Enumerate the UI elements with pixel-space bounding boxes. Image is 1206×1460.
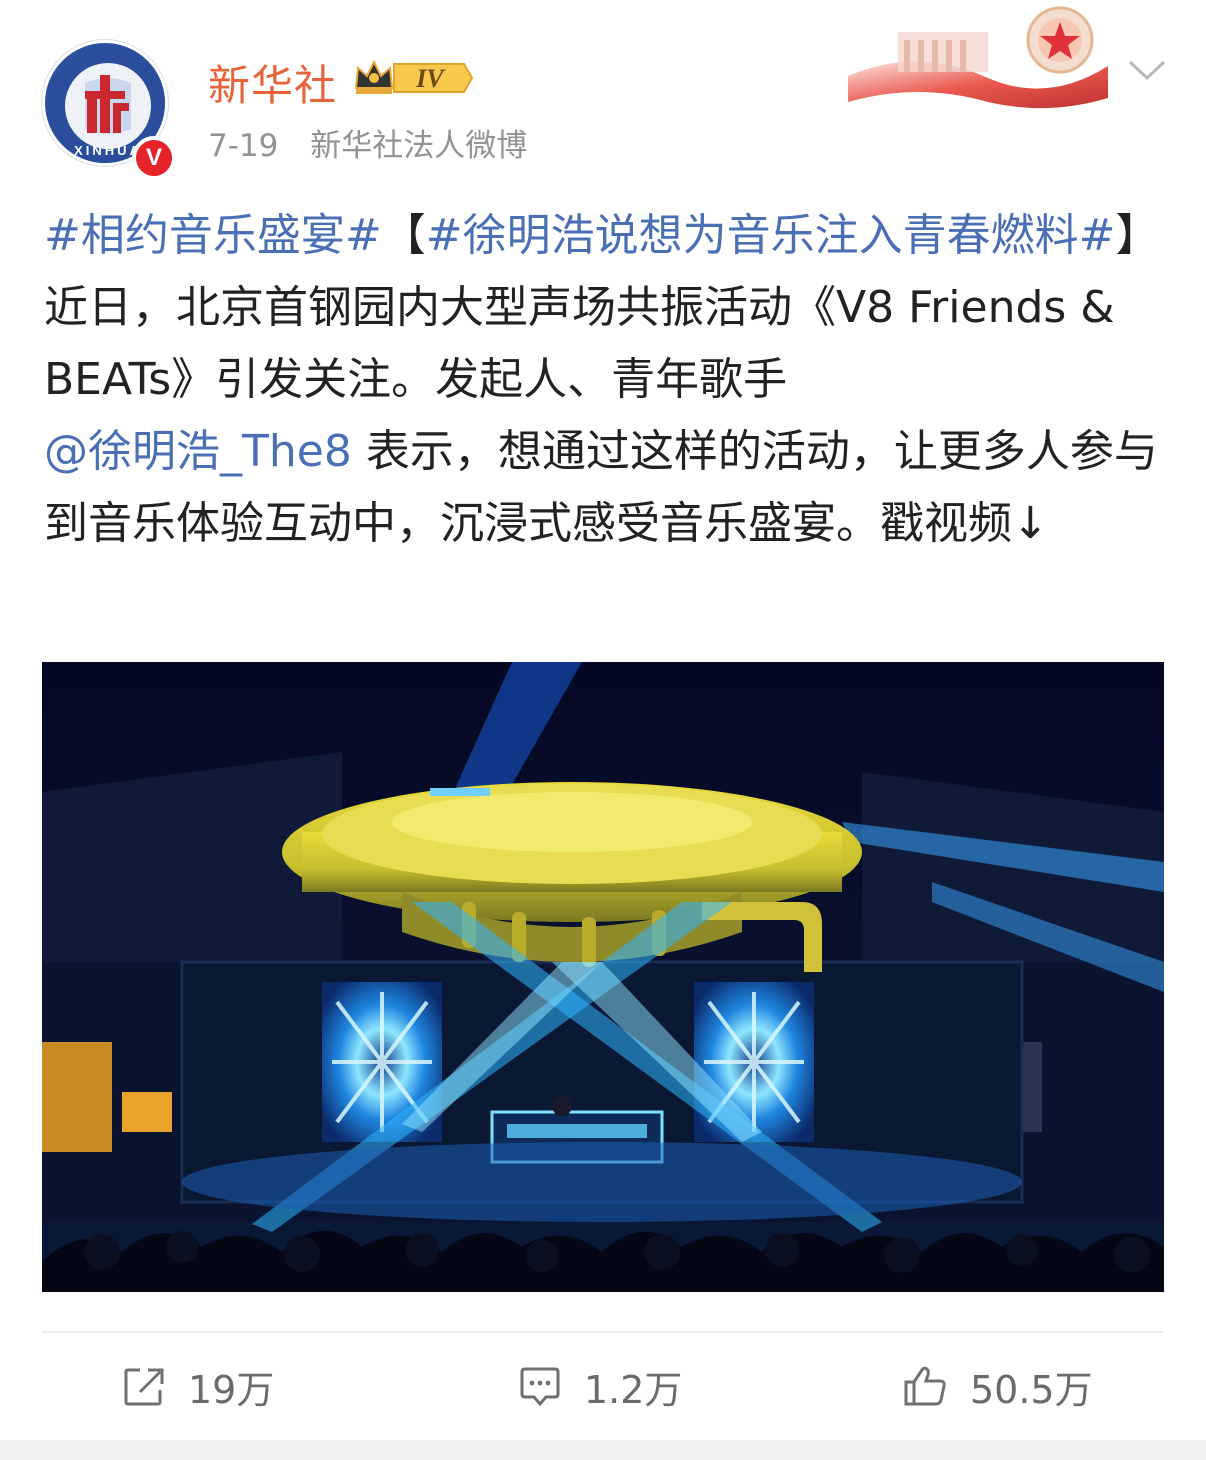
verified-badge: V [132, 136, 176, 180]
repost-count: 19万 [188, 1367, 275, 1412]
like-count: 50.5万 [970, 1367, 1093, 1412]
comment-icon [520, 1367, 560, 1407]
weibo-post-card: XINHUA V 新华社 IV 7-19 新华社法人微博 #相约音乐盛宴#【#徐… [0, 0, 1206, 1460]
post-body-text: 近日，北京首钢园内大型声场共振活动《V8 Friends & BEATs》引发关… [44, 282, 1115, 405]
post-meta: 7-19 新华社法人微博 [208, 120, 527, 165]
like-icon [904, 1366, 946, 1406]
post-source: 新华社法人微博 [310, 128, 528, 164]
post-time: 7-19 [208, 128, 279, 164]
comment-button[interactable]: 1.2万 [518, 1358, 682, 1414]
avatar[interactable]: XINHUA V [42, 40, 176, 180]
level-text: IV [415, 64, 446, 93]
comment-count: 1.2万 [584, 1367, 683, 1412]
author-name[interactable]: 新华社 [208, 52, 337, 113]
level-badge[interactable]: IV [352, 58, 474, 98]
feed-separator [0, 1440, 1206, 1460]
decorative-card-banner [838, 6, 1116, 110]
post-content: #相约音乐盛宴#【#徐明浩说想为音乐注入青春燃料#】近日，北京首钢园内大型声场共… [44, 200, 1164, 560]
chevron-down-icon[interactable] [1126, 54, 1168, 84]
repost-icon [124, 1368, 164, 1406]
video-thumbnail[interactable] [42, 662, 1164, 1292]
repost-button[interactable]: 19万 [122, 1358, 274, 1414]
bracket-open: 【 [381, 210, 426, 261]
crown-icon [354, 59, 394, 94]
mention-link[interactable]: @徐明浩_The8 [44, 426, 352, 477]
hashtag-link[interactable]: #徐明浩说想为音乐注入青春燃料# [426, 210, 1116, 261]
hashtag-link[interactable]: #相约音乐盛宴# [44, 210, 382, 261]
actions-divider [42, 1331, 1164, 1333]
like-button[interactable]: 50.5万 [902, 1358, 1093, 1414]
bracket-close: 】 [1115, 210, 1160, 261]
